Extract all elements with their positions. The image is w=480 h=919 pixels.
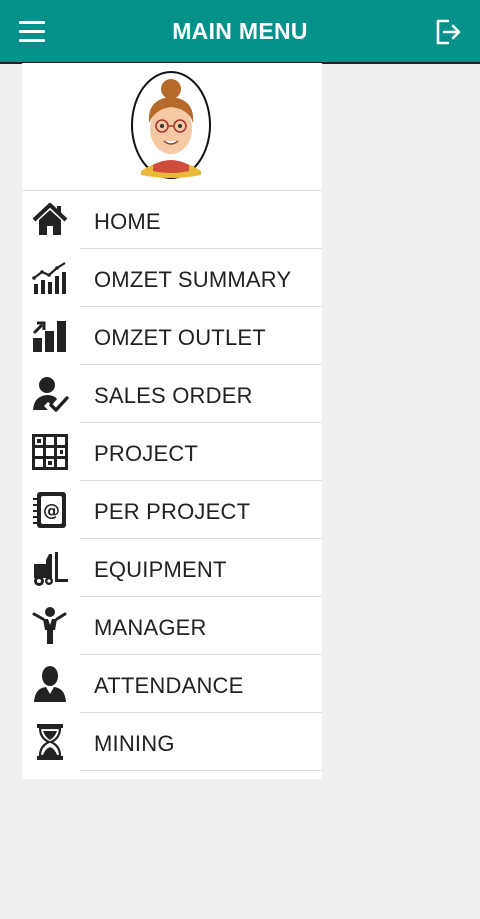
page-title: MAIN MENU: [172, 18, 308, 44]
menu-item-label: SALES ORDER: [94, 383, 253, 408]
menu-item-label: OMZET SUMMARY: [94, 267, 292, 292]
profile-header: [22, 63, 322, 191]
menu-item-label: EQUIPMENT: [94, 557, 227, 582]
menu-item-mining[interactable]: MINING: [22, 713, 322, 771]
menu-item-omzet-outlet[interactable]: OMZET OUTLET: [22, 307, 322, 365]
home-icon: [32, 203, 68, 235]
bar-chart-icon: [32, 321, 66, 352]
manager-icon: [32, 607, 67, 644]
avatar[interactable]: [131, 71, 211, 179]
hourglass-icon: [37, 724, 63, 760]
menu-item-attendance[interactable]: ATTENDANCE: [22, 655, 322, 713]
forklift-icon: [34, 552, 68, 586]
address-book-icon: @: [33, 492, 66, 528]
menu-item-label: OMZET OUTLET: [94, 325, 266, 350]
menu-item-label: MINING: [94, 731, 175, 756]
divider: [80, 770, 322, 771]
navigation-drawer: HOME OMZET SUMMARY OMZET OUTLET SALES OR…: [22, 63, 322, 779]
logout-icon[interactable]: [432, 17, 462, 47]
menu-item-sales-order[interactable]: SALES ORDER: [22, 365, 322, 423]
menu-item-omzet-summary[interactable]: OMZET SUMMARY: [22, 249, 322, 307]
menu-item-per-project[interactable]: @ PER PROJECT: [22, 481, 322, 539]
menu-item-project[interactable]: PROJECT: [22, 423, 322, 481]
menu-item-home[interactable]: HOME: [22, 191, 322, 249]
menu-item-label: PROJECT: [94, 441, 199, 466]
menu-item-equipment[interactable]: EQUIPMENT: [22, 539, 322, 597]
grid-board-icon: [32, 434, 68, 470]
trend-chart-icon: [32, 262, 66, 294]
menu-item-label: MANAGER: [94, 615, 207, 640]
menu-item-label: HOME: [94, 209, 161, 234]
menu-item-label: ATTENDANCE: [94, 673, 244, 698]
menu-item-label: PER PROJECT: [94, 499, 251, 524]
app-bar: MAIN MENU: [0, 0, 480, 64]
user-check-icon: [33, 377, 69, 412]
menu-item-manager[interactable]: MANAGER: [22, 597, 322, 655]
person-icon: [34, 666, 66, 702]
svg-text:@: @: [43, 501, 60, 521]
